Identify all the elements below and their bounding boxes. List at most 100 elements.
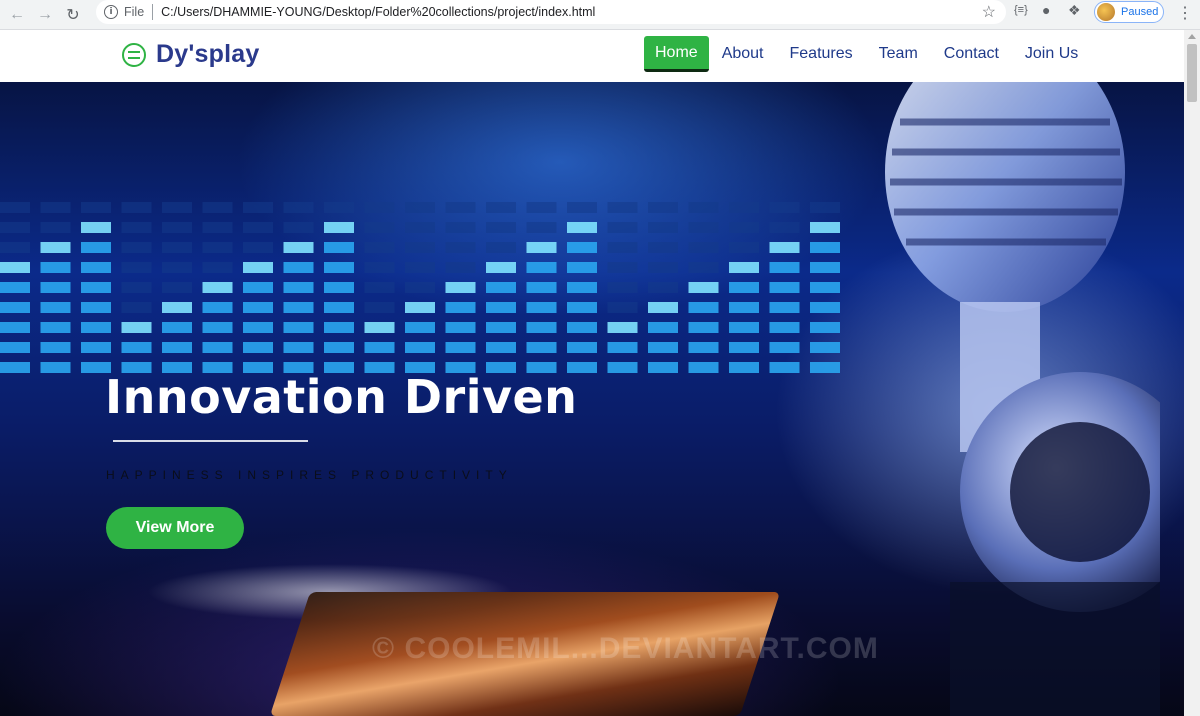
- equalizer-cell: [405, 282, 435, 293]
- equalizer-cell: [567, 262, 597, 273]
- page-scrollbar[interactable]: [1184, 30, 1200, 716]
- equalizer-cell: [121, 222, 152, 233]
- equalizer-cell: [607, 262, 638, 273]
- scheme-label: File: [124, 5, 145, 19]
- puzzle-icon[interactable]: ❖: [1068, 2, 1081, 19]
- equalizer-cell: [243, 242, 273, 253]
- equalizer-cell: [607, 222, 638, 233]
- nav-features[interactable]: Features: [777, 36, 866, 72]
- equalizer-cell: [648, 242, 678, 253]
- equalizer-cell: [769, 282, 800, 293]
- equalizer-cell: [121, 202, 152, 213]
- equalizer-cell: [486, 282, 516, 293]
- equalizer-cell: [81, 222, 111, 233]
- equalizer-cell: [121, 302, 152, 313]
- url-text[interactable]: C:/Users/DHAMMIE-YOUNG/Desktop/Folder%20…: [161, 5, 595, 19]
- equalizer-cell: [526, 262, 557, 273]
- equalizer-cell: [486, 202, 516, 213]
- equalizer-cell: [648, 282, 678, 293]
- equalizer-cell: [162, 222, 192, 233]
- equalizer-cell: [486, 242, 516, 253]
- info-icon[interactable]: i: [104, 5, 118, 19]
- equalizer-cell: [364, 342, 395, 353]
- equalizer-cell: [445, 342, 476, 353]
- equalizer-cell: [769, 362, 800, 373]
- forward-icon[interactable]: →: [34, 4, 56, 26]
- equalizer-cell: [81, 262, 111, 273]
- equalizer-cell: [729, 202, 759, 213]
- equalizer-cell: [283, 262, 314, 273]
- equalizer-cell: [364, 302, 395, 313]
- equalizer-cell: [283, 282, 314, 293]
- equalizer-cell: [0, 262, 30, 273]
- equalizer-cell: [121, 242, 152, 253]
- json-extension-icon[interactable]: {≡}: [1014, 4, 1028, 16]
- equalizer-cell: [405, 302, 435, 313]
- equalizer-cell: [648, 342, 678, 353]
- nav-join-us[interactable]: Join Us: [1012, 36, 1091, 72]
- equalizer-cell: [243, 342, 273, 353]
- equalizer-cell: [364, 222, 395, 233]
- scroll-thumb[interactable]: [1187, 44, 1197, 102]
- equalizer-cell: [567, 202, 597, 213]
- equalizer-cell: [688, 202, 719, 213]
- profile-button[interactable]: Paused: [1094, 1, 1164, 23]
- equalizer-cell: [405, 262, 435, 273]
- equalizer-cell: [364, 242, 395, 253]
- equalizer-cell: [729, 242, 759, 253]
- scroll-up-icon[interactable]: [1188, 34, 1196, 39]
- equalizer-cell: [324, 342, 354, 353]
- site-logo[interactable]: Dy'splay: [122, 40, 259, 69]
- equalizer-cell: [405, 222, 435, 233]
- equalizer-cell: [0, 362, 30, 373]
- equalizer-cell: [486, 262, 516, 273]
- equalizer-cell: [283, 202, 314, 213]
- equalizer-cell: [364, 282, 395, 293]
- view-more-button[interactable]: View More: [106, 507, 244, 549]
- equalizer-cell: [607, 342, 638, 353]
- equalizer-cell: [607, 362, 638, 373]
- equalizer-cell: [81, 282, 111, 293]
- equalizer-cell: [486, 302, 516, 313]
- reload-icon[interactable]: ↻: [62, 4, 84, 26]
- equalizer-cell: [445, 222, 476, 233]
- equalizer-cell: [648, 262, 678, 273]
- equalizer-cell: [567, 282, 597, 293]
- equalizer-cell: [0, 242, 30, 253]
- nav-home[interactable]: Home: [644, 36, 709, 72]
- equalizer-cell: [40, 282, 71, 293]
- equalizer-cell: [0, 222, 30, 233]
- equalizer-cell: [769, 202, 800, 213]
- equalizer-cell: [486, 322, 516, 333]
- equalizer-cell: [162, 202, 192, 213]
- equalizer-cell: [648, 322, 678, 333]
- equalizer-cell: [607, 302, 638, 313]
- extension-icon[interactable]: ●: [1042, 2, 1050, 18]
- equalizer-cell: [648, 362, 678, 373]
- equalizer-cell: [607, 322, 638, 333]
- equalizer-cell: [445, 242, 476, 253]
- equalizer-cell: [202, 322, 233, 333]
- equalizer-cell: [162, 322, 192, 333]
- equalizer-cell: [324, 322, 354, 333]
- equalizer-cell: [364, 202, 395, 213]
- more-menu-icon[interactable]: ⋮: [1177, 3, 1193, 23]
- equalizer-cell: [121, 322, 152, 333]
- nav-contact[interactable]: Contact: [931, 36, 1012, 72]
- address-bar[interactable]: i File C:/Users/DHAMMIE-YOUNG/Desktop/Fo…: [96, 0, 1006, 24]
- equalizer-cell: [526, 202, 557, 213]
- nav-about[interactable]: About: [709, 36, 777, 72]
- equalizer-cell: [81, 322, 111, 333]
- equalizer-cell: [324, 282, 354, 293]
- equalizer-cell: [283, 222, 314, 233]
- back-icon[interactable]: ←: [6, 4, 28, 26]
- equalizer-cell: [688, 342, 719, 353]
- equalizer-cell: [324, 262, 354, 273]
- equalizer-cell: [688, 242, 719, 253]
- equalizer-cell: [607, 242, 638, 253]
- bookmark-star-icon[interactable]: ☆: [982, 2, 996, 22]
- equalizer-cell: [526, 302, 557, 313]
- nav-team[interactable]: Team: [866, 36, 931, 72]
- equalizer-cell: [729, 222, 759, 233]
- equalizer-cell: [607, 202, 638, 213]
